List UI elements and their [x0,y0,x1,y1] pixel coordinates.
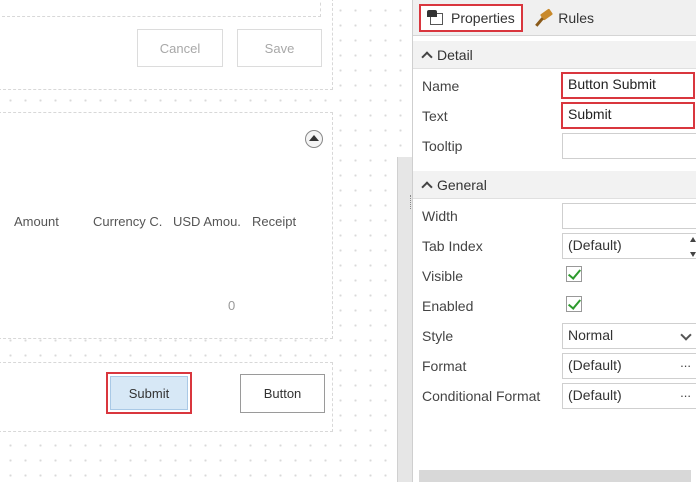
horizontal-scrollbar[interactable] [419,470,691,482]
ellipsis-icon[interactable]: ... [680,355,691,370]
properties-panel: Properties Rules Detail Name Button Subm… [412,0,696,482]
tab-properties[interactable]: Properties [419,4,523,32]
prop-row-conditional-format: Conditional Format (Default) ... [413,381,696,411]
enabled-label: Enabled [422,298,474,314]
conditional-format-value: (Default) [568,387,622,403]
enabled-checkbox[interactable] [566,296,582,312]
save-button[interactable]: Save [237,29,322,67]
design-canvas[interactable]: Cancel Save Amount Currency C. USD Amou.… [0,0,412,482]
ellipsis-icon[interactable]: ... [680,385,691,400]
format-value: (Default) [568,357,622,373]
tab-rules[interactable]: Rules [530,4,600,32]
text-label: Text [422,108,448,124]
section-general-header[interactable]: General [413,171,696,199]
chevron-up-icon [421,50,433,63]
form-panel-top-inner [0,0,321,17]
format-field[interactable]: (Default) ... [562,353,696,379]
total-value: 0 [228,298,236,313]
properties-tabbar: Properties Rules [413,0,696,36]
column-header-receipt[interactable]: Receipt [252,214,296,229]
width-field[interactable] [562,203,696,229]
prop-row-width: Width [413,201,696,231]
generic-button[interactable]: Button [240,374,325,413]
spinner-arrows-icon[interactable] [690,237,696,257]
prop-row-visible: Visible [413,261,696,291]
prop-row-enabled: Enabled [413,291,696,321]
tooltip-field[interactable] [562,133,696,159]
cancel-button[interactable]: Cancel [137,29,223,67]
prop-row-text: Text Submit [413,101,696,131]
column-header-amount[interactable]: Amount [14,214,59,229]
visible-checkbox[interactable] [566,266,582,282]
text-field[interactable]: Submit [561,102,695,129]
format-label: Format [422,358,467,374]
column-header-currency[interactable]: Currency C. [93,214,162,229]
prop-row-tooltip: Tooltip [413,131,696,161]
name-label: Name [422,78,460,94]
style-dropdown[interactable]: Normal [562,323,696,349]
style-value: Normal [568,327,614,343]
tab-properties-label: Properties [451,10,515,26]
tab-index-field[interactable]: (Default) [562,233,696,259]
conditional-format-field[interactable]: (Default) ... [562,383,696,409]
chevron-up-icon [421,180,433,193]
prop-row-name: Name Button Submit [413,71,696,101]
properties-icon [427,10,445,26]
gavel-icon [535,8,554,27]
visible-label: Visible [422,268,463,284]
section-detail-header[interactable]: Detail [413,41,696,69]
prop-row-tab-index: Tab Index (Default) [413,231,696,261]
width-label: Width [422,208,458,224]
tooltip-label: Tooltip [422,138,463,154]
section-general-title: General [437,176,487,193]
chevron-down-icon [680,329,692,341]
prop-row-style: Style Normal [413,321,696,351]
conditional-format-label: Conditional Format [422,388,541,404]
prop-row-format: Format (Default) ... [413,351,696,381]
collapse-up-icon[interactable] [305,130,323,148]
submit-button[interactable]: Submit [110,376,188,410]
name-field[interactable]: Button Submit [561,72,695,99]
tab-index-label: Tab Index [422,238,483,254]
column-header-usd-amount[interactable]: USD Amou. [173,214,241,229]
style-label: Style [422,328,454,344]
section-detail-title: Detail [437,46,473,63]
tab-rules-label: Rules [558,10,594,26]
tab-index-value: (Default) [568,237,622,253]
